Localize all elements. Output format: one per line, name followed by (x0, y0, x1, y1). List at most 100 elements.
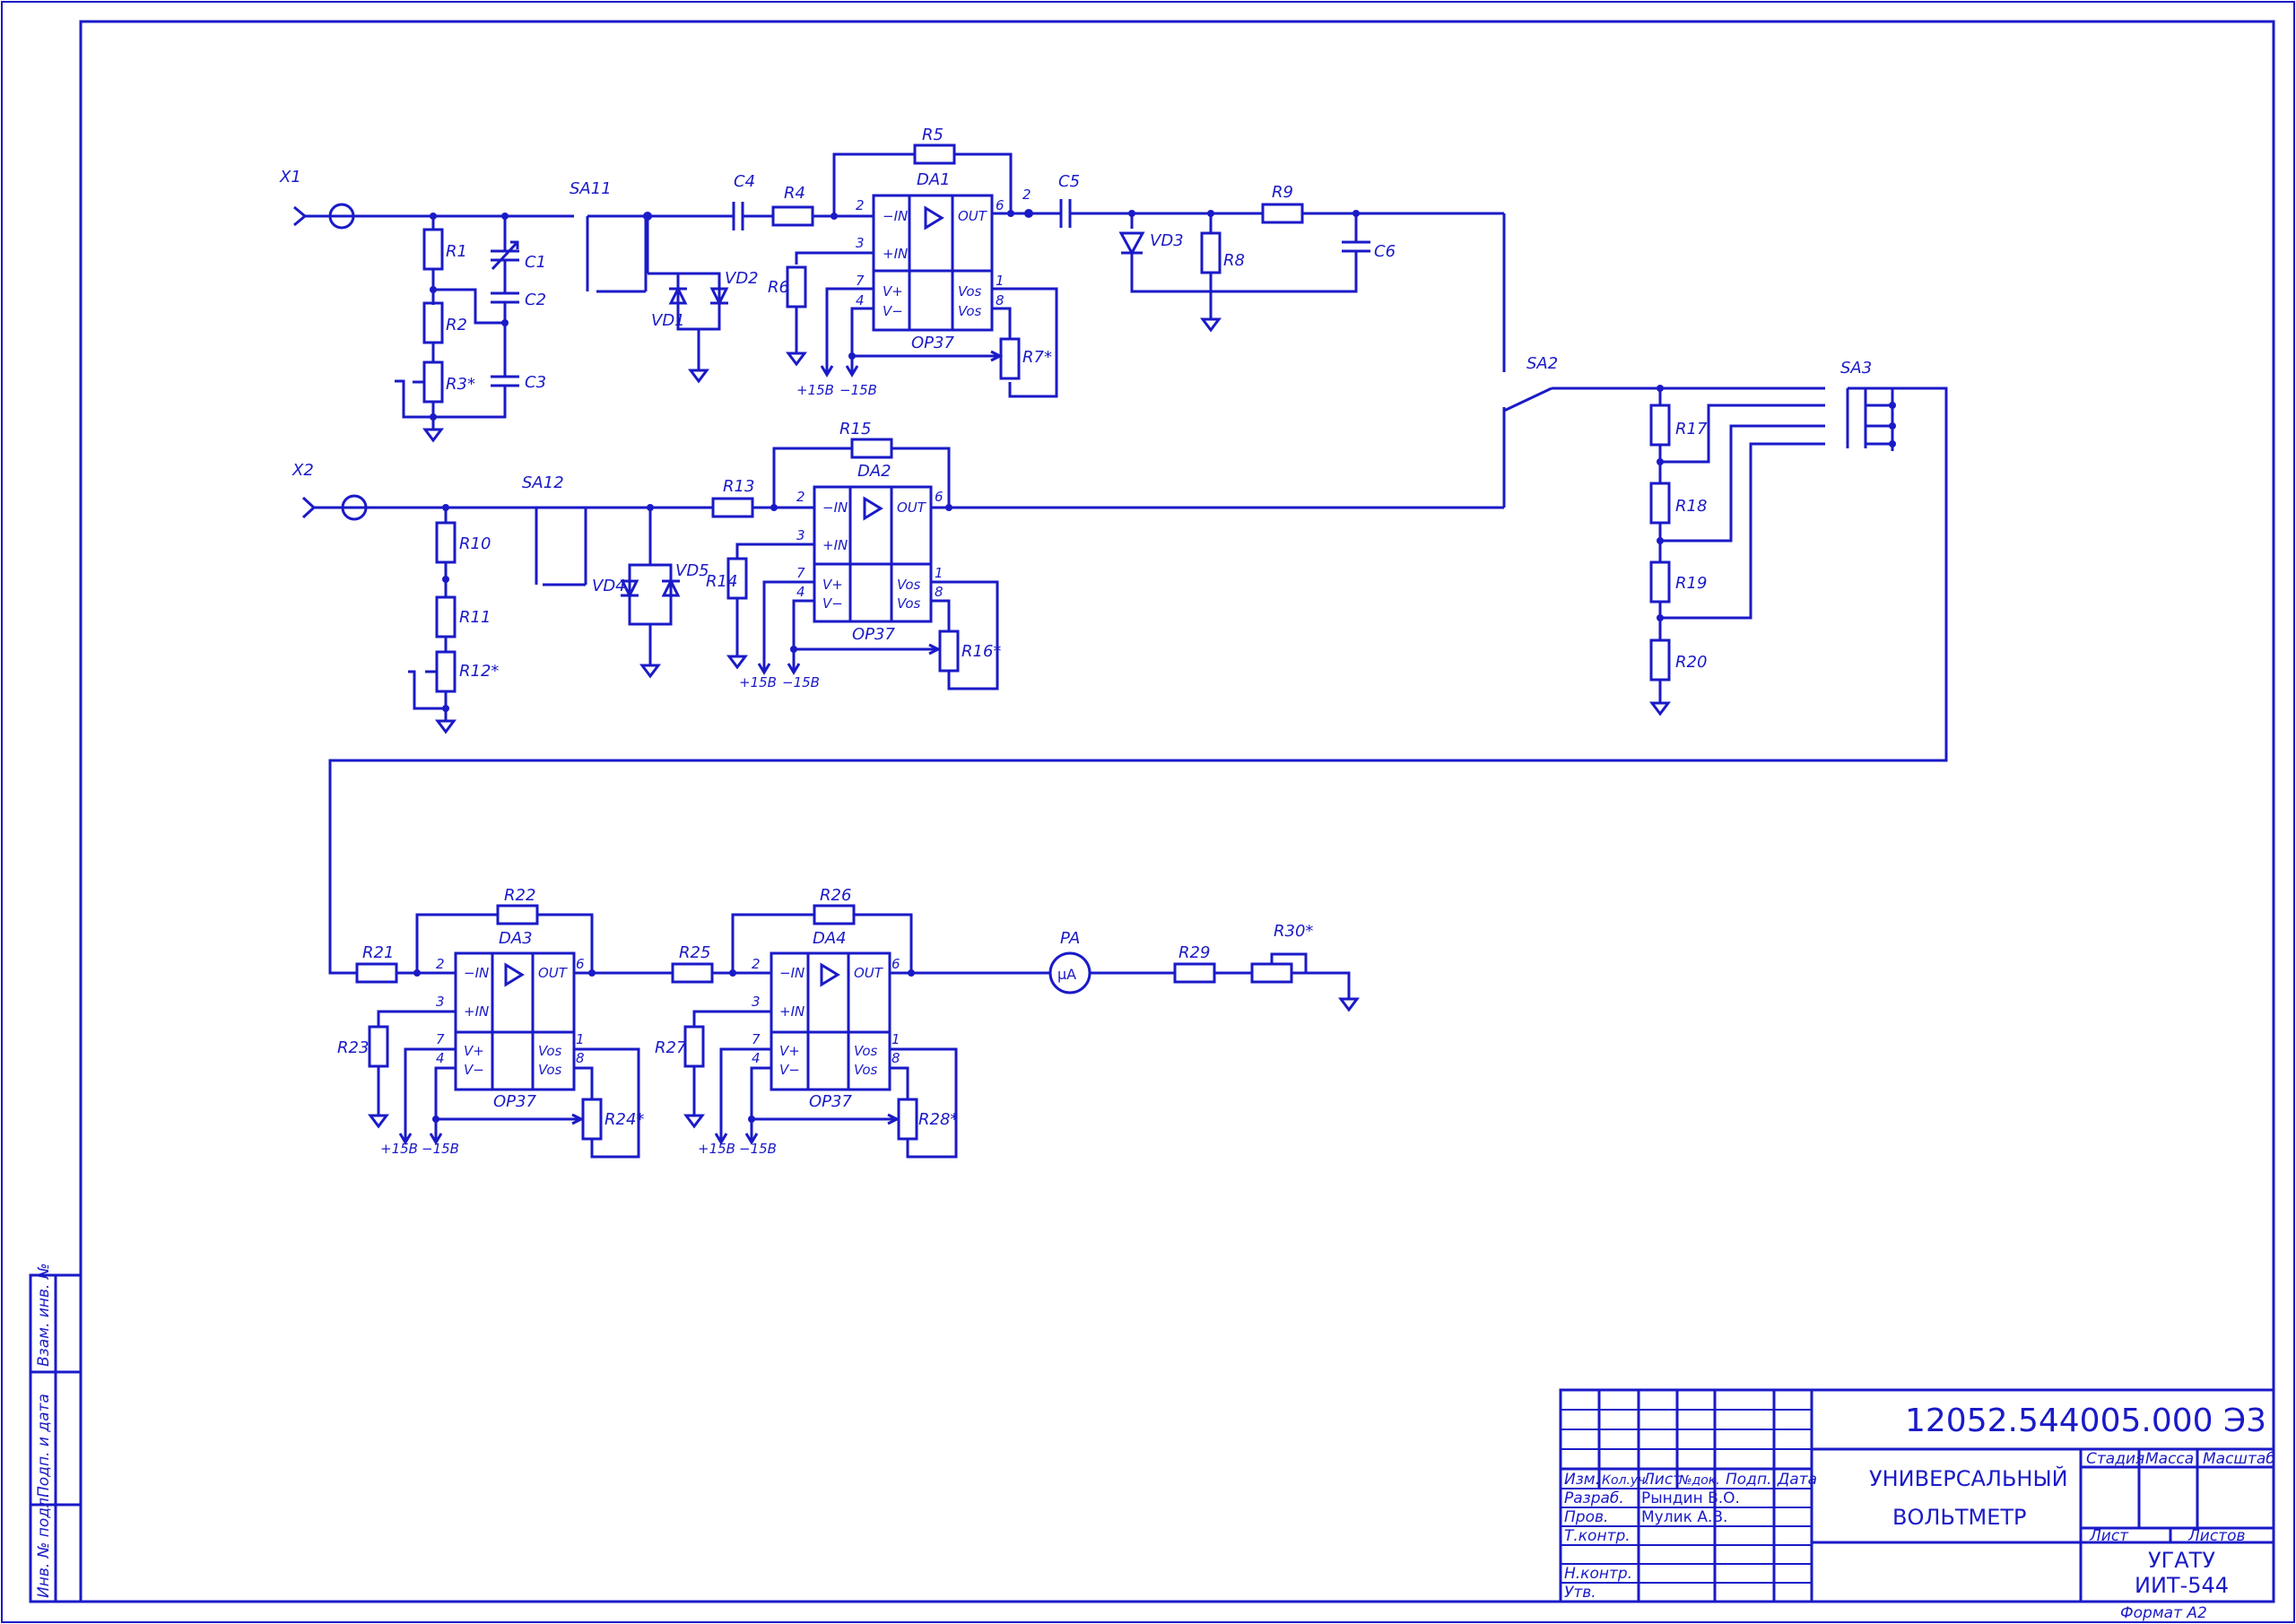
r18-label: R18 (1675, 497, 1707, 516)
svg-text:3: 3 (856, 235, 865, 251)
r20-label: R20 (1675, 653, 1707, 672)
svg-text:1: 1 (935, 565, 944, 581)
svg-text:8: 8 (576, 1050, 585, 1066)
r3-label: R3* (446, 375, 475, 394)
vd3-label: VD3 (1150, 231, 1184, 250)
svg-text:Масса: Масса (2145, 1450, 2194, 1468)
da2-label: DA2 (857, 462, 891, 481)
svg-text:4: 4 (436, 1050, 445, 1066)
svg-text:Vos: Vos (854, 1043, 878, 1059)
document-designation: 12052.544005.000 Э3 (1905, 1403, 2266, 1439)
da4-opamp: −IN +IN OUT V+ V− Vos Vos DA4 OP37 2 3 6… (752, 929, 900, 1111)
outer-border (1, 1, 2295, 1623)
svg-text:2: 2 (856, 197, 865, 213)
channel-2: X2 R10 R11 R12* SA12 VD4 VD5 R13 R15 −IN… (291, 420, 1504, 734)
svg-text:УГАТУ: УГАТУ (2148, 1548, 2215, 1573)
svg-text:OUT: OUT (958, 208, 988, 224)
r2-label: R2 (446, 316, 467, 334)
r5-label: R5 (922, 126, 944, 144)
svg-text:2: 2 (436, 956, 445, 972)
output-stage: R21 R22 −IN +IN OUT V+ V− Vos Vos DA3 OP… (337, 886, 1359, 1159)
r22-label: R22 (504, 886, 535, 905)
svg-text:+IN: +IN (822, 537, 848, 553)
vd4-label: VD4 (592, 577, 626, 595)
pa-label: PA (1060, 929, 1080, 948)
svg-text:V−: V− (883, 303, 903, 319)
svg-text:Пров.: Пров. (1564, 1508, 1608, 1526)
r1-label: R1 (446, 242, 467, 261)
svg-text:2: 2 (1022, 187, 1031, 203)
svg-text:V−: V− (779, 1062, 800, 1078)
svg-text:8: 8 (935, 584, 944, 600)
r14-label: R14 (706, 572, 737, 591)
svg-text:−15В: −15В (739, 1141, 777, 1157)
svg-text:Vos: Vos (958, 283, 982, 300)
svg-text:1: 1 (891, 1031, 900, 1047)
da1-opamp: −IN +IN OUT V+ V− Vos Vos DA1 OP37 2 3 6… (856, 170, 1004, 352)
svg-text:OUT: OUT (854, 965, 884, 981)
da2-opamp: −IN +IN OUT V+ V− Vos Vos DA2 OP37 2 3 6… (796, 462, 944, 644)
r24-label: R24* (604, 1110, 644, 1129)
da4-label: DA4 (813, 929, 847, 948)
svg-text:−IN: −IN (822, 499, 848, 516)
svg-text:OP37: OP37 (493, 1092, 536, 1111)
channel-1: X1 R1 R2 R3* C1 C2 C3 SA11 VD1 VD2 C4 R4… (279, 126, 1506, 442)
svg-text:X2: X2 (291, 461, 314, 480)
svg-text:+15В: +15В (698, 1141, 735, 1157)
svg-text:7: 7 (436, 1031, 445, 1047)
svg-text:Формат А2: Формат А2 (2120, 1604, 2207, 1622)
r9-label: R9 (1272, 183, 1293, 202)
svg-text:Подп.: Подп. (1726, 1471, 1771, 1489)
svg-text:Vos: Vos (538, 1043, 562, 1059)
svg-text:7: 7 (752, 1031, 761, 1047)
svg-text:−IN: −IN (883, 208, 908, 224)
svg-text:Листов: Листов (2187, 1527, 2246, 1545)
svg-text:6: 6 (576, 956, 585, 972)
sa3-label: SA3 (1840, 359, 1872, 378)
svg-text:V+: V+ (822, 577, 843, 593)
svg-text:−15В: −15В (782, 674, 820, 690)
c4-label: C4 (734, 172, 755, 191)
svg-text:6: 6 (891, 956, 900, 972)
svg-text:Лист: Лист (1642, 1471, 1683, 1489)
svg-text:Изм.: Изм. (1564, 1471, 1600, 1489)
svg-text:3: 3 (796, 527, 805, 543)
r17-label: R17 (1675, 420, 1708, 439)
svg-text:Лист: Лист (2089, 1527, 2129, 1545)
vd2-label: VD2 (725, 269, 759, 288)
svg-text:6: 6 (996, 197, 1004, 213)
svg-text:+15В: +15В (796, 382, 834, 398)
c2-label: C2 (525, 291, 546, 309)
r29-label: R29 (1178, 943, 1210, 962)
da3-label: DA3 (499, 929, 533, 948)
svg-text:4: 4 (752, 1050, 761, 1066)
vd1-label: VD1 (651, 311, 685, 330)
svg-text:Vos: Vos (897, 577, 921, 593)
vd5-label: VD5 (675, 561, 709, 580)
svg-text:УНИВЕРСАЛЬНЫЙ: УНИВЕРСАЛЬНЫЙ (1869, 1465, 2068, 1491)
svg-text:+IN: +IN (464, 1003, 489, 1020)
svg-text:Vos: Vos (897, 595, 921, 612)
svg-text:V−: V− (464, 1062, 484, 1078)
sa11-label: SA11 (570, 179, 612, 198)
svg-text:ВОЛЬТМЕТР: ВОЛЬТМЕТР (1892, 1505, 2027, 1530)
svg-text:Vos: Vos (854, 1062, 878, 1078)
svg-text:Vos: Vos (958, 303, 982, 319)
r11-label: R11 (459, 608, 491, 627)
svg-text:Vos: Vos (538, 1062, 562, 1078)
svg-text:Подп. и дата: Подп. и дата (35, 1394, 53, 1498)
svg-text:6: 6 (935, 489, 944, 505)
sa2-label: SA2 (1526, 354, 1558, 373)
range-switch: SA2 R17 R18 R19 R20 SA3 (328, 354, 1948, 975)
svg-text:Т.контр.: Т.контр. (1564, 1527, 1631, 1545)
title-block: Изм. Кол.уч. Лист №док. Подп. Дата Разра… (1559, 1388, 2275, 1622)
svg-text:8: 8 (891, 1050, 900, 1066)
svg-text:Утв.: Утв. (1564, 1584, 1596, 1602)
svg-text:2: 2 (796, 489, 805, 505)
svg-text:V+: V+ (883, 283, 903, 300)
svg-text:7: 7 (796, 565, 805, 581)
svg-text:Дата: Дата (1777, 1471, 1817, 1489)
svg-text:2: 2 (752, 956, 761, 972)
r28-label: R28* (918, 1110, 958, 1129)
drawing-frame (79, 20, 2275, 1603)
